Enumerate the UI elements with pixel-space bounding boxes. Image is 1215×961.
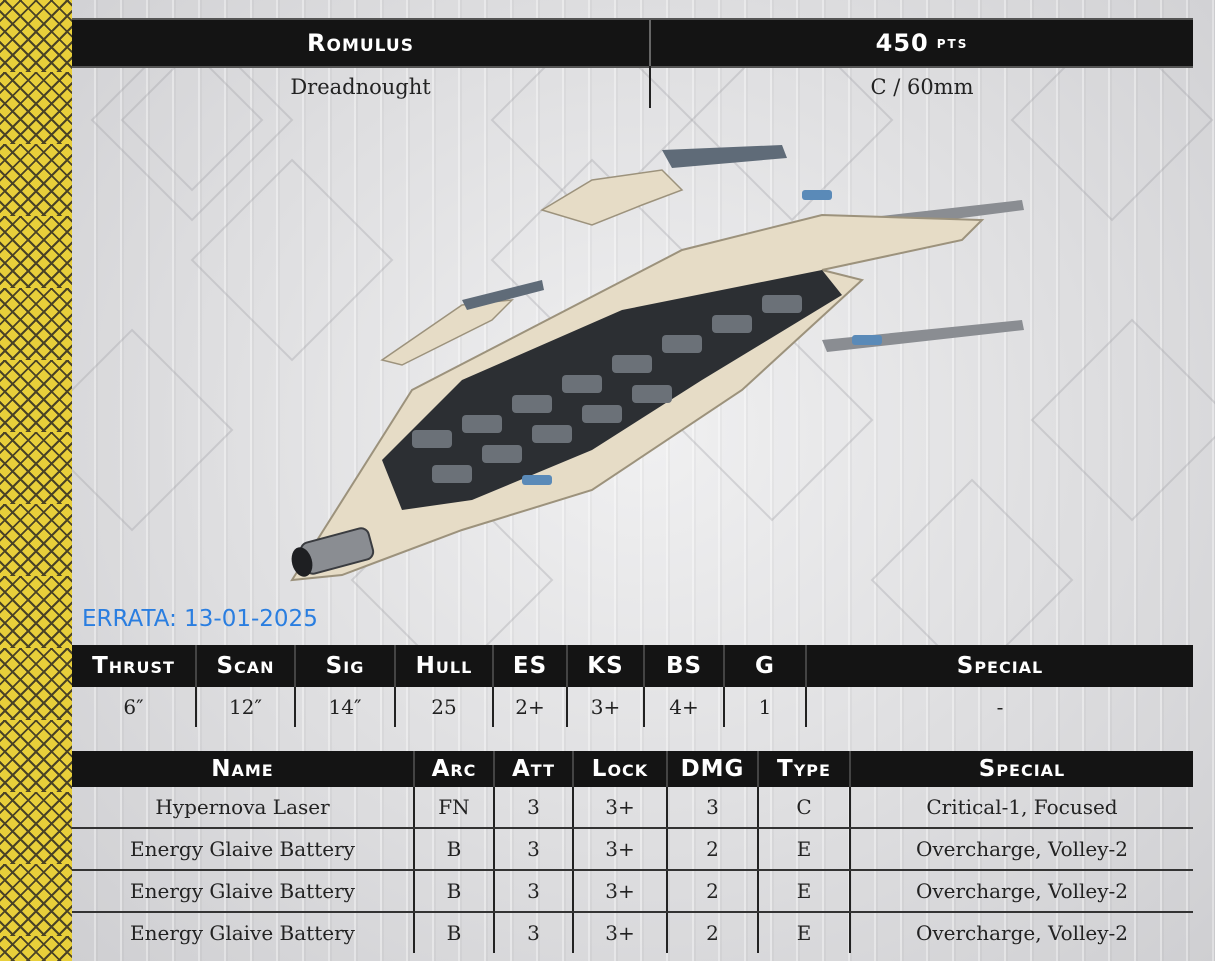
unit-header: Romulus 450 pts: [72, 18, 1193, 68]
weapon-dmg: 2: [667, 828, 759, 871]
weapon-arc: B: [414, 912, 495, 953]
weapon-name: Energy Glaive Battery: [72, 828, 415, 871]
weapon-row: Hypernova Laser FN 3 3+ 3 C Critical-1, …: [72, 787, 1193, 829]
weapon-row: Energy Glaive Battery B 3 3+ 2 E Overcha…: [72, 870, 1193, 913]
weapon-row: Energy Glaive Battery B 3 3+ 2 E Overcha…: [72, 828, 1193, 871]
weapon-att: 3: [494, 912, 574, 953]
stat-header-g: G: [724, 645, 807, 687]
stat-special: -: [996, 695, 1004, 719]
stat-sig: 14″: [295, 687, 396, 727]
weapons-header-row: Name Arc Att Lock DMG Type Special: [72, 751, 1193, 787]
weapon-arc: FN: [414, 787, 495, 829]
decorative-side-border: [0, 0, 74, 961]
weapon-special: Overcharge, Volley-2: [850, 828, 1193, 871]
weapon-name: Hypernova Laser: [72, 787, 415, 829]
weapon-type: E: [758, 912, 851, 953]
weapon-dmg: 3: [667, 787, 759, 829]
unit-points: 450 pts: [651, 20, 1193, 66]
weapon-header-name: Name: [72, 751, 415, 787]
weapon-header-lock: Lock: [573, 751, 668, 787]
stat-header-scan: Scan: [196, 645, 296, 687]
stats-value-row: 6″ 12″ 14″ 25 2+ 3+ 4+ 1 -: [72, 687, 1193, 727]
weapon-type: E: [758, 828, 851, 871]
stat-thrust: 6″: [72, 687, 197, 727]
weapon-att: 3: [494, 787, 574, 829]
unit-card: Romulus 450 pts Dreadnought C / 60mm ERR…: [72, 0, 1215, 961]
unit-class: Dreadnought: [72, 66, 651, 108]
weapon-dmg: 2: [667, 870, 759, 913]
points-value: 450: [875, 29, 929, 57]
weapon-lock: 3+: [573, 828, 668, 871]
stat-header-special: Special: [806, 645, 1193, 687]
unit-name: Romulus: [72, 20, 651, 66]
stat-bs: 4+: [644, 687, 725, 727]
stat-header-bs: BS: [644, 645, 725, 687]
weapon-header-arc: Arc: [414, 751, 495, 787]
weapon-name: Energy Glaive Battery: [72, 870, 415, 913]
weapon-header-att: Att: [494, 751, 574, 787]
stat-header-sig: Sig: [295, 645, 396, 687]
unit-base-size: C / 60mm: [870, 75, 974, 99]
weapon-special: Overcharge, Volley-2: [850, 870, 1193, 913]
weapon-header-dmg: DMG: [667, 751, 759, 787]
weapons-table: Name Arc Att Lock DMG Type Special Hyper…: [72, 751, 1193, 953]
ship-miniature-image: [290, 145, 1024, 582]
weapon-type: C: [758, 787, 851, 829]
weapon-arc: B: [414, 870, 495, 913]
stat-header-es: ES: [493, 645, 568, 687]
errata-note: ERRATA: 13-01-2025: [82, 606, 318, 632]
stat-es: 2+: [493, 687, 568, 727]
weapon-att: 3: [494, 828, 574, 871]
unit-subheader: Dreadnought C / 60mm: [72, 66, 1193, 108]
points-unit: pts: [936, 33, 969, 53]
stat-g: 1: [724, 687, 807, 727]
weapon-lock: 3+: [573, 787, 668, 829]
weapon-header-special: Special: [850, 751, 1193, 787]
weapon-lock: 3+: [573, 870, 668, 913]
weapon-name: Energy Glaive Battery: [72, 912, 415, 953]
stat-hull: 25: [395, 687, 494, 727]
stats-table: Thrust Scan Sig Hull ES KS BS G Special …: [72, 645, 1193, 727]
weapon-special: Critical-1, Focused: [850, 787, 1193, 829]
weapon-type: E: [758, 870, 851, 913]
weapon-special: Overcharge, Volley-2: [915, 921, 1129, 945]
weapon-att: 3: [494, 870, 574, 913]
weapon-arc: B: [414, 828, 495, 871]
weapon-header-type: Type: [758, 751, 851, 787]
weapon-row: Energy Glaive Battery B 3 3+ 2 E Overcha…: [72, 912, 1193, 953]
stats-header-row: Thrust Scan Sig Hull ES KS BS G Special: [72, 645, 1193, 687]
stat-scan: 12″: [196, 687, 296, 727]
stat-ks: 3+: [567, 687, 645, 727]
weapon-dmg: 2: [667, 912, 759, 953]
weapon-lock: 3+: [573, 912, 668, 953]
stat-header-ks: KS: [567, 645, 645, 687]
stat-header-hull: Hull: [395, 645, 494, 687]
stat-header-thrust: Thrust: [72, 645, 197, 687]
